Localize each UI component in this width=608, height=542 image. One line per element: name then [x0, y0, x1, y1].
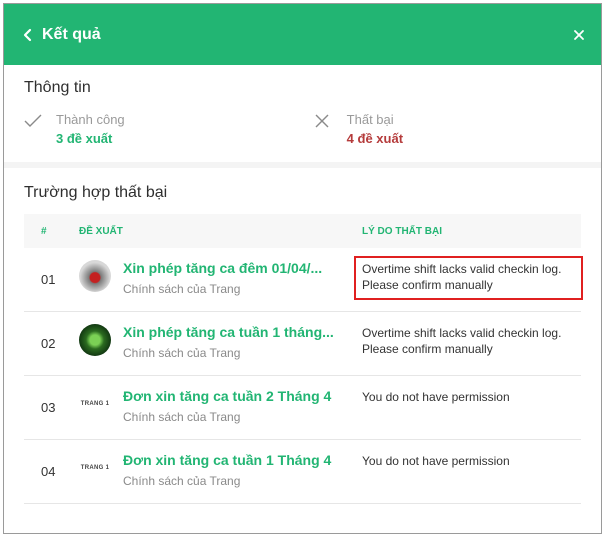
table-row: 02 Xin phép tăng ca tuần 1 tháng... Chín…	[24, 312, 581, 376]
dialog-title: Kết quả	[42, 25, 101, 43]
proposal-title-link[interactable]: Xin phép tăng ca tuần 1 tháng...	[123, 324, 334, 340]
fail-stat: Thất bại 4 đề xuất	[315, 112, 403, 146]
back-button[interactable]: Kết quả	[22, 26, 101, 44]
failure-reason-line: Overtime shift lacks valid checkin log.	[362, 326, 562, 340]
info-title: Thông tin	[24, 79, 91, 96]
avatar: TRANG 1	[80, 465, 110, 471]
table-row: 03 TRANG 1 Đơn xin tăng ca tuần 2 Tháng …	[24, 376, 581, 440]
proposal-policy: Chính sách của Trang	[123, 474, 241, 488]
table-row: 01 Xin phép tăng ca đêm 01/04/... Chính …	[24, 248, 583, 312]
close-button[interactable]	[573, 29, 585, 41]
check-icon	[24, 114, 42, 127]
x-icon	[315, 114, 329, 128]
chevron-left-icon	[23, 28, 32, 41]
table-header: # ĐỀ XUẤT LÝ DO THẤT BẠI	[24, 214, 581, 248]
avatar	[79, 260, 111, 292]
row-number: 04	[41, 464, 56, 479]
table-row: 04 TRANG 1 Đơn xin tăng ca tuần 1 Tháng …	[24, 440, 581, 504]
failures-section: Trường hợp thất bại # ĐỀ XUẤT LÝ DO THẤT…	[4, 168, 601, 504]
close-icon	[574, 29, 584, 40]
dialog-header: Kết quả	[4, 4, 601, 65]
failures-table: # ĐỀ XUẤT LÝ DO THẤT BẠI 01 Xin phép tăn…	[24, 214, 583, 504]
proposal-policy: Chính sách của Trang	[123, 346, 241, 360]
proposal-title-link[interactable]: Đơn xin tăng ca tuần 1 Tháng 4	[123, 452, 331, 468]
avatar	[79, 324, 111, 356]
proposal-title-link[interactable]: Xin phép tăng ca đêm 01/04/...	[123, 260, 322, 276]
failure-reason-line: You do not have permission	[362, 390, 510, 404]
fail-label: Thất bại	[346, 112, 394, 127]
row-number: 03	[41, 400, 56, 415]
success-stat: Thành công 3 đề xuất	[24, 112, 125, 146]
proposal-policy: Chính sách của Trang	[123, 410, 241, 424]
success-label: Thành công	[56, 112, 125, 127]
failure-reason: You do not have permission	[362, 376, 581, 405]
failure-reason-line: You do not have permission	[362, 454, 510, 468]
failures-title: Trường hợp thất bại	[24, 184, 168, 201]
fail-count: 4 đề xuất	[346, 131, 404, 146]
row-number: 02	[41, 336, 56, 351]
proposal-title-link[interactable]: Đơn xin tăng ca tuần 2 Tháng 4	[123, 388, 331, 404]
failure-reason: Overtime shift lacks valid checkin log. …	[362, 312, 581, 357]
proposal-policy: Chính sách của Trang	[123, 282, 241, 296]
success-count: 3 đề xuất	[56, 131, 113, 146]
highlight-box	[354, 256, 583, 300]
info-section: Thông tin Thành công 3 đề xuất Thất bại …	[4, 65, 601, 162]
failure-reason-line: Please confirm manually	[362, 342, 493, 356]
column-header-num: #	[41, 225, 47, 237]
row-number: 01	[41, 272, 56, 287]
failure-reason: You do not have permission	[362, 440, 581, 469]
result-dialog: Kết quả Thông tin Thành công 3 đề xuất T…	[3, 3, 602, 534]
column-header-proposal: ĐỀ XUẤT	[79, 225, 123, 237]
avatar: TRANG 1	[80, 401, 110, 407]
column-header-reason: LÝ DO THẤT BẠI	[362, 225, 442, 237]
